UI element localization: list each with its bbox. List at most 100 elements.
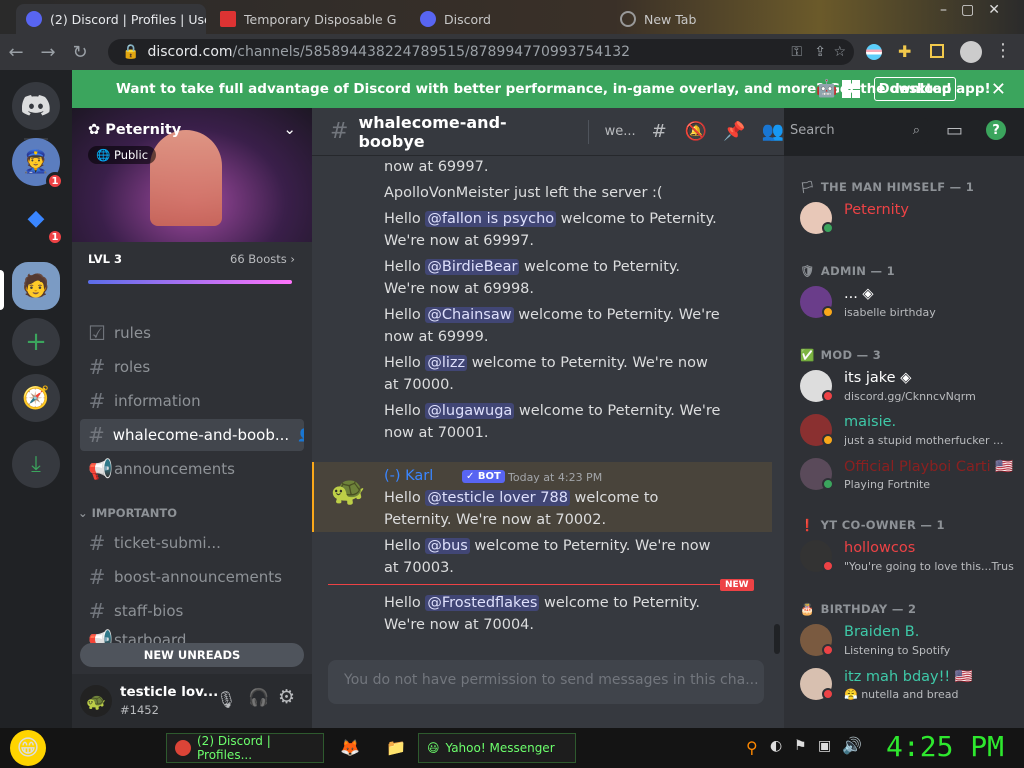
user-mention[interactable]: @fallon is psycho [425,211,557,227]
channel-announcements[interactable]: 📢 announcements [80,453,304,485]
inbox-icon[interactable]: ▭ [946,120,963,141]
user-mention[interactable]: @bus [425,538,470,554]
folder-icon[interactable]: 📁 [386,738,406,757]
member-item[interactable]: Braiden B. Listening to Spotify [800,620,1020,662]
member-item[interactable]: hollowcos "You're going to love this...Tr… [800,536,1020,578]
username[interactable]: testicle lov... [120,684,218,700]
user-mention[interactable]: @lizz [425,355,468,371]
search-tray-icon[interactable]: ⚲ [746,738,758,757]
bookmark-star-icon[interactable]: ☆ [833,44,846,60]
chrome-menu-icon[interactable]: ⋮ [994,40,1012,61]
discord-home-icon[interactable] [12,82,60,130]
taskbar-yahoo-messenger[interactable]: 😃 Yahoo! Messenger [418,733,576,763]
member-item[interactable]: its jake ◈ discord.gg/CknncvNqrm [800,366,1020,408]
share-icon[interactable]: ⇪ [814,44,826,60]
profile-avatar-icon[interactable] [960,41,982,63]
tray-icon[interactable]: ◐ [770,738,782,754]
member-item[interactable]: Peternity [800,198,1020,240]
role-header: ❗ YT CO-OWNER — 1 [800,518,945,532]
author-avatar[interactable]: 🐢 [328,470,368,510]
address-field[interactable]: 🔒 discord.com /channels/5858944382247895… [108,39,854,65]
channel-whalecome[interactable]: # whalecome-and-boob... 👤⁺ [80,419,304,451]
extension-flag-icon[interactable] [866,44,882,60]
user-mention[interactable]: @lugawuga [425,403,515,419]
action-center-icon[interactable]: ⚑ [794,738,807,754]
member-item[interactable]: itz mah bday!! 🇺🇸 😤 nutella and bread [800,664,1020,706]
chevron-down-icon[interactable]: ⌄ [283,120,296,138]
download-apps-icon[interactable]: ⤓ [12,440,60,488]
taskbar-discord[interactable]: (2) Discord | Profiles... [166,733,324,763]
channel-information[interactable]: # information [80,385,304,417]
explore-compass-icon[interactable]: 🧭 [12,374,60,422]
new-unreads-pill[interactable]: NEW UNREADS [80,643,304,667]
reload-icon[interactable]: ↻ [64,42,96,63]
role-flag-icon: 🏳 [800,180,815,194]
channel-ticket-submit[interactable]: # ticket-submi... [80,527,304,559]
key-icon[interactable]: ⚿ [791,44,802,60]
search-icon: ⌕ [912,123,920,138]
public-badge: 🌐 Public [88,146,157,164]
back-icon[interactable]: ← [0,42,32,63]
status-dnd-icon [822,560,834,572]
tab-discord[interactable]: (2) Discord | Profiles | Use ✕ [16,4,206,34]
channel-label: staff-bios [114,602,184,620]
hash-icon: # [88,355,106,379]
search-input[interactable]: Search ⌕ [784,118,928,144]
start-smiley-icon[interactable]: 😁 [10,730,46,766]
extensions-puzzle-icon[interactable]: ✚ [898,42,911,61]
mute-bell-icon[interactable]: 🔕 [685,121,707,142]
volume-icon[interactable]: 🔊 [842,736,862,755]
settings-gear-icon[interactable]: ⚙ [278,686,295,708]
forward-icon[interactable]: → [32,42,64,63]
chat-scrollbar[interactable] [774,624,780,654]
server-icon-1[interactable]: 👮 1 [12,138,64,190]
boost-count[interactable]: 66 Boosts › [230,252,295,266]
message-author[interactable]: (-) Karl [384,468,433,484]
user-avatar[interactable]: 🐢 [80,685,112,717]
pin-icon[interactable]: 📌 [723,121,745,142]
help-icon[interactable]: ? [986,120,1006,140]
tab-new-tab[interactable]: New Tab [610,4,800,34]
role-cake-icon: 🎂 [800,602,815,616]
member-status: Playing Fortnite [844,478,931,491]
network-icon[interactable]: ▣ [818,738,831,754]
user-mention[interactable]: @Frostedflakes [425,595,540,611]
add-server-icon[interactable]: + [12,318,60,366]
user-mention[interactable]: @BirdieBear [425,259,520,275]
download-button[interactable]: Download [874,77,956,101]
firefox-icon[interactable]: 🦊 [340,738,360,757]
channel-staff-bios[interactable]: # staff-bios [80,595,304,627]
channel-rules[interactable]: ☑ rules [80,317,304,349]
user-mention[interactable]: @Chainsaw [425,307,514,323]
channel-roles[interactable]: # roles [80,351,304,383]
message-text: Hello [384,403,426,419]
server-banner[interactable]: ✿ Peternity ⌄ 🌐 Public [72,108,312,242]
member-list-icon[interactable]: 👥 [762,121,784,142]
windows-icon[interactable] [842,80,860,98]
url-path: /channels/585894438224789515/87899477099… [232,44,631,60]
taskbar-clock[interactable]: 4:25 PM [886,730,1004,763]
channel-boost-announcements[interactable]: # boost-announcements [80,561,304,593]
channel-topic[interactable]: we... [605,124,636,139]
window-controls[interactable]: –▢✕ [940,2,1014,18]
member-item[interactable]: ... ◈ isabelle birthday [800,282,1020,324]
tab-temp-mail[interactable]: Temporary Disposable G [210,4,408,34]
sidebar-icon[interactable] [930,44,944,58]
threads-icon[interactable]: # [652,121,667,142]
mute-mic-icon[interactable]: 🎙 [216,690,236,709]
android-icon[interactable]: 🤖 [816,79,837,99]
close-banner-icon[interactable]: ✕ [991,79,1006,100]
server-icon-peternity[interactable]: 🧑 [12,262,60,310]
invite-icon[interactable]: 👤⁺ [297,428,304,442]
headphones-icon[interactable]: 🎧 [248,688,269,708]
tab-discord-2[interactable]: Discord [410,4,606,34]
member-status: "You're going to love this...Trus... [844,560,1014,573]
message-text: Hello [384,211,426,227]
member-item[interactable]: maisie. just a stupid motherfucker ... [800,410,1020,452]
message-input[interactable]: You do not have permission to send messa… [328,660,764,704]
category-importanto[interactable]: ⌄ IMPORTANTO [78,506,177,520]
member-item[interactable]: Official Playboi Carti 🇺🇸 Playing Fortnit… [800,454,1020,496]
server-name[interactable]: ✿ Peternity [88,122,181,138]
user-mention[interactable]: @testicle lover 788 [425,490,570,506]
server-icon-2[interactable]: ◆ 1 [12,194,64,246]
